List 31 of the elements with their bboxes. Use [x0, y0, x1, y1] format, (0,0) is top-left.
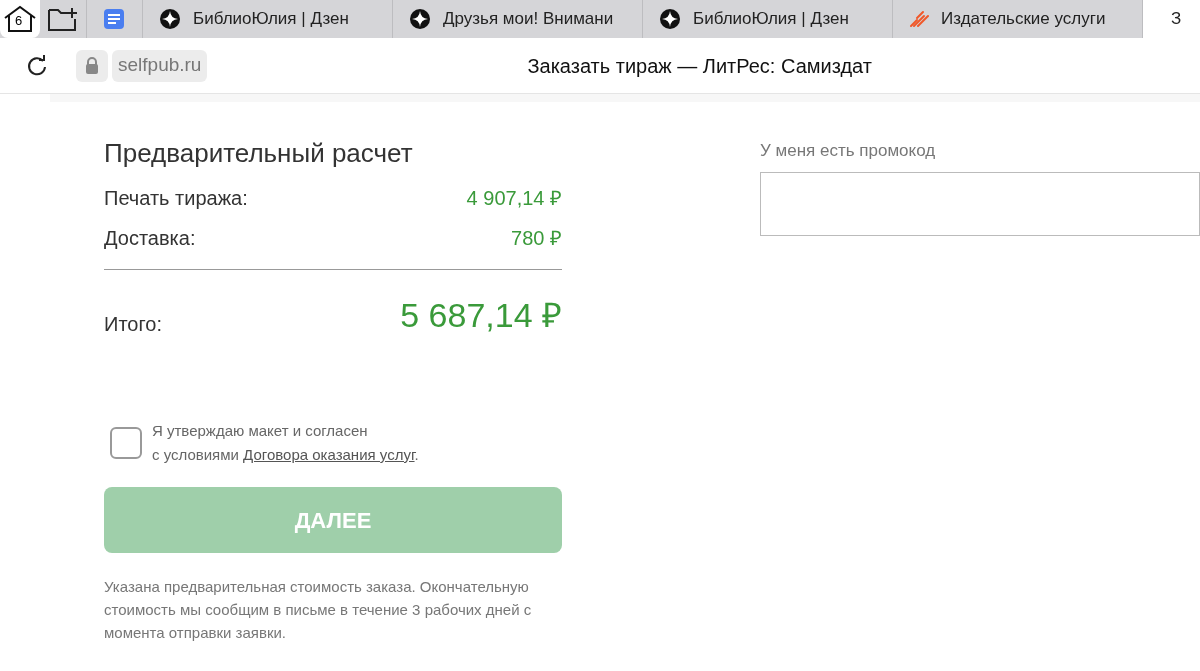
star-icon	[659, 8, 681, 30]
agree-checkbox[interactable]	[110, 427, 142, 459]
url-field[interactable]: selfpub.ru	[112, 49, 208, 82]
stripes-icon	[909, 10, 929, 28]
disclaimer-text: Указана предварительная стоимость заказа. Окончательную стоимость мы сообщим в письме в течение 3 рабочих дней с момента отправки заявки.	[104, 577, 533, 643]
promo-field[interactable]	[760, 171, 1200, 236]
home-icon	[3, 5, 37, 33]
star-icon	[409, 8, 431, 30]
cost-label: Печать тиража:	[104, 186, 248, 211]
estimate-heading: Предварительный расчет	[104, 137, 414, 170]
browser-tab[interactable]: БиблиоЮлия | Дзен	[642, 0, 892, 38]
reload-icon[interactable]	[26, 54, 48, 77]
agreement-text: Я утверждаю макет и согласен с условиями Договора оказания услуг.	[152, 421, 419, 465]
lock-icon	[85, 57, 99, 74]
browser-tab[interactable]: З	[1142, 0, 1192, 38]
page-title: Заказать тираж — ЛитРес: Самиздат	[527, 53, 872, 79]
total-label: Итого:	[104, 312, 162, 337]
browser-tab[interactable]: БиблиоЮлия | Дзен	[142, 0, 392, 38]
contract-link[interactable]: Договора оказания услуг	[243, 446, 415, 463]
cost-value: 780 ₽	[511, 226, 562, 251]
browser-tab[interactable]: Друзья мои! Внимани	[392, 0, 642, 38]
total-value: 5 687,14 ₽	[400, 295, 562, 336]
tab-count: 6	[15, 14, 23, 27]
document-icon	[103, 8, 125, 30]
promo-label: У меня есть промокод	[760, 140, 937, 162]
cost-value: 4 907,14 ₽	[466, 186, 562, 211]
lock-button[interactable]	[76, 49, 108, 82]
star-icon	[159, 8, 181, 30]
new-folder-icon[interactable]	[47, 6, 79, 32]
cost-label: Доставка:	[104, 226, 196, 251]
home-tab[interactable]: 6	[0, 0, 40, 38]
